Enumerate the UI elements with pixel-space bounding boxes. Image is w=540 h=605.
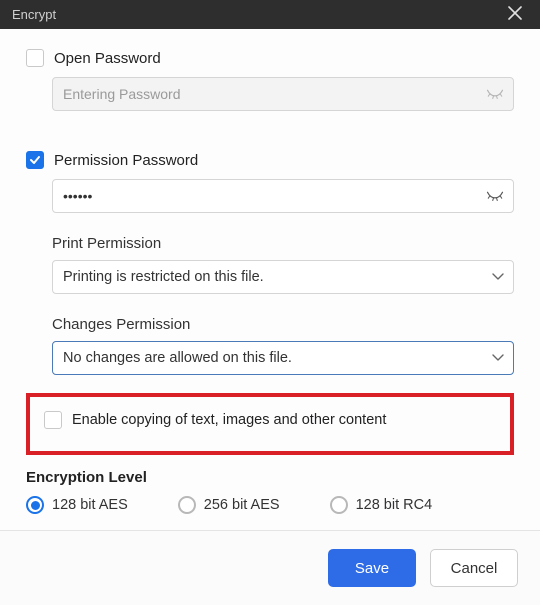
encryption-level-radios: 128 bit AES 256 bit AES 128 bit RC4 <box>26 496 514 514</box>
print-permission-select-wrap: Printing is restricted on this file. <box>52 260 514 294</box>
permission-password-input[interactable] <box>52 179 514 213</box>
radio-icon <box>26 496 44 514</box>
changes-permission-label: Changes Permission <box>52 316 514 333</box>
permission-password-checkbox[interactable] <box>26 151 44 169</box>
permission-password-label: Permission Password <box>54 152 198 169</box>
permission-password-row: Permission Password <box>26 151 514 169</box>
radio-128-rc4[interactable]: 128 bit RC4 <box>330 496 433 514</box>
radio-icon <box>178 496 196 514</box>
window-title: Encrypt <box>12 7 56 22</box>
close-icon[interactable] <box>502 0 528 29</box>
radio-128-aes[interactable]: 128 bit AES <box>26 496 128 514</box>
eye-icon[interactable] <box>486 190 504 202</box>
print-permission-label: Print Permission <box>52 235 514 252</box>
radio-256-aes-label: 256 bit AES <box>204 497 280 513</box>
encryption-level-label: Encryption Level <box>26 469 514 486</box>
permission-password-input-wrap <box>52 179 514 213</box>
dialog-content: Open Password Permission Password Print … <box>0 29 540 530</box>
radio-icon <box>330 496 348 514</box>
enable-copy-checkbox[interactable] <box>44 411 62 429</box>
radio-256-aes[interactable]: 256 bit AES <box>178 496 280 514</box>
open-password-row: Open Password <box>26 49 514 67</box>
radio-128-rc4-label: 128 bit RC4 <box>356 497 433 513</box>
print-permission-value: Printing is restricted on this file. <box>63 269 264 285</box>
print-permission-select[interactable]: Printing is restricted on this file. <box>52 260 514 294</box>
highlighted-option-box: Enable copying of text, images and other… <box>26 393 514 455</box>
cancel-button[interactable]: Cancel <box>430 549 518 587</box>
changes-permission-select-wrap: No changes are allowed on this file. <box>52 341 514 375</box>
open-password-checkbox[interactable] <box>26 49 44 67</box>
enable-copy-label: Enable copying of text, images and other… <box>72 412 386 428</box>
save-button[interactable]: Save <box>328 549 416 587</box>
open-password-label: Open Password <box>54 50 161 67</box>
open-password-input-wrap <box>52 77 514 111</box>
eye-icon <box>486 88 504 100</box>
dialog-footer: Save Cancel <box>0 530 540 605</box>
changes-permission-value: No changes are allowed on this file. <box>63 350 292 366</box>
enable-copy-row: Enable copying of text, images and other… <box>44 411 496 429</box>
open-password-input <box>52 77 514 111</box>
title-bar: Encrypt <box>0 0 540 29</box>
radio-128-aes-label: 128 bit AES <box>52 497 128 513</box>
changes-permission-select[interactable]: No changes are allowed on this file. <box>52 341 514 375</box>
